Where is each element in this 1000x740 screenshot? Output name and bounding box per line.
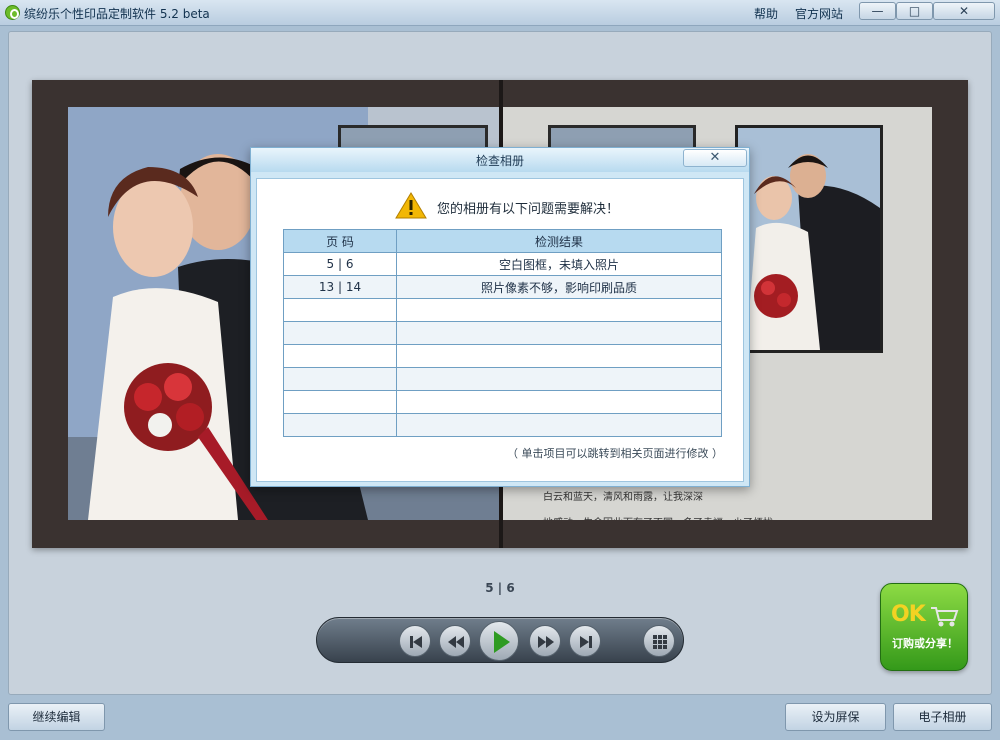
warning-message: 您的相册有以下问题需要解决！ xyxy=(437,202,620,217)
order-or-share-button[interactable]: OK 订购或分享！ xyxy=(880,583,968,671)
table-row xyxy=(283,413,722,437)
play-button[interactable] xyxy=(479,621,519,661)
row-page xyxy=(283,321,397,345)
check-album-dialog: 检查相册 ✕ 您的相册有以下问题需要解决！ 页 码 检测结果 5 | 6 空白图… xyxy=(250,147,750,487)
row-page: 13 | 14 xyxy=(283,275,397,299)
row-page: 5 | 6 xyxy=(283,252,397,276)
app-title: 缤纷乐个性印品定制软件 5.2 beta xyxy=(24,7,210,21)
column-header-result: 检测结果 xyxy=(396,229,722,253)
previous-page-button[interactable] xyxy=(439,625,471,657)
row-result xyxy=(396,367,722,391)
dialog-close-button[interactable]: ✕ xyxy=(683,149,747,167)
table-row[interactable]: 13 | 14 照片像素不够，影响印刷品质 xyxy=(283,275,722,299)
row-result xyxy=(396,298,722,322)
skip-last-icon xyxy=(580,636,592,648)
table-row xyxy=(283,367,722,391)
dialog-body: 您的相册有以下问题需要解决！ 页 码 检测结果 5 | 6 空白图框，未填入照片… xyxy=(256,178,744,482)
story-line: 白云和蓝天，清风和雨露，让我深深 xyxy=(543,492,703,503)
row-page xyxy=(283,390,397,414)
shopping-cart-icon xyxy=(931,607,959,627)
app-logo-icon xyxy=(5,5,20,20)
first-page-button[interactable] xyxy=(399,625,431,657)
thumbnail-grid-button[interactable] xyxy=(643,625,675,657)
next-page-button[interactable] xyxy=(529,625,561,657)
row-page xyxy=(283,298,397,322)
skip-first-icon xyxy=(410,636,422,648)
photo-frame-couple[interactable] xyxy=(735,125,883,353)
dialog-title: 检查相册 xyxy=(475,154,524,168)
close-window-button[interactable]: ✕ xyxy=(933,2,995,20)
row-page xyxy=(283,344,397,368)
order-label: 订购或分享！ xyxy=(892,637,958,650)
row-result: 空白图框，未填入照片 xyxy=(396,252,722,276)
help-link[interactable]: 帮助 xyxy=(754,5,778,22)
order-ok-text: OK xyxy=(891,602,926,627)
dialog-header: 检查相册 ✕ xyxy=(251,148,749,172)
story-line: 地感动，生命因此而有了不同，多了幸福，少了烦忧。 xyxy=(543,511,923,520)
table-row xyxy=(283,321,722,345)
row-result xyxy=(396,321,722,345)
row-result xyxy=(396,390,722,414)
minimize-button[interactable]: — xyxy=(859,2,896,20)
table-row xyxy=(283,390,722,414)
fast-forward-icon xyxy=(538,636,554,648)
title-bar: 缤纷乐个性印品定制软件 5.2 beta 帮助 官方网站 — □ ✕ xyxy=(0,0,1000,26)
table-row xyxy=(283,298,722,322)
page-number: 5 | 6 xyxy=(485,581,515,595)
last-page-button[interactable] xyxy=(569,625,601,657)
dialog-hint: （ 单击项目可以跳转到相关页面进行修改 ） xyxy=(507,447,723,460)
set-screensaver-button[interactable]: 设为屏保 xyxy=(785,703,886,731)
e-album-button[interactable]: 电子相册 xyxy=(893,703,992,731)
wedding-photo-right xyxy=(738,128,880,350)
playback-toolbar xyxy=(316,617,684,663)
row-page xyxy=(283,367,397,391)
row-result xyxy=(396,413,722,437)
rewind-icon xyxy=(448,636,464,648)
grid-icon xyxy=(653,635,667,649)
row-result: 照片像素不够，影响印刷品质 xyxy=(396,275,722,299)
play-icon xyxy=(494,631,510,653)
official-website-link[interactable]: 官方网站 xyxy=(795,5,843,22)
row-page xyxy=(283,413,397,437)
table-row[interactable]: 5 | 6 空白图框，未填入照片 xyxy=(283,252,722,276)
column-header-page: 页 码 xyxy=(283,229,397,253)
warning-icon xyxy=(395,192,427,219)
table-row xyxy=(283,344,722,368)
issues-table: 页 码 检测结果 5 | 6 空白图框，未填入照片 13 | 14 照片像素不够… xyxy=(283,229,722,437)
continue-edit-button[interactable]: 继续编辑 xyxy=(8,703,105,731)
row-result xyxy=(396,344,722,368)
maximize-button[interactable]: □ xyxy=(896,2,933,20)
